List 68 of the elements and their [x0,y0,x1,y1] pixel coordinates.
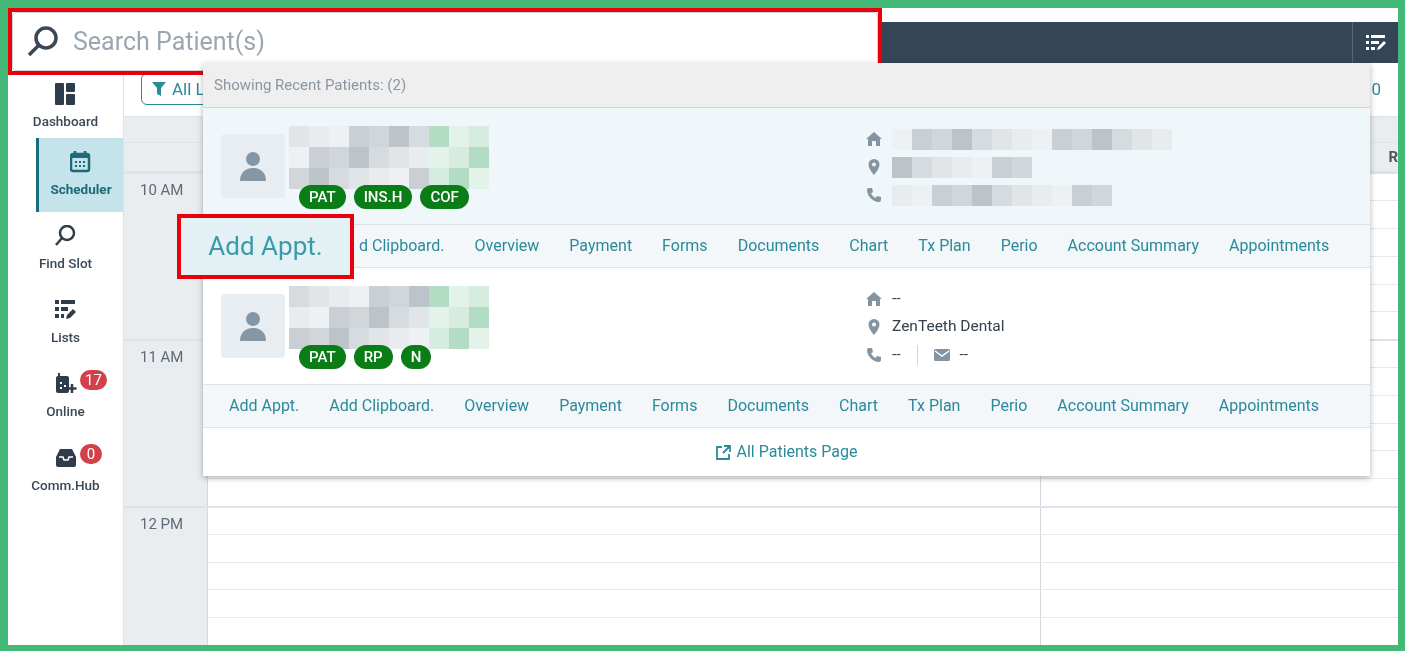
sidebar-item[interactable]: Online 17 [8,360,123,434]
search-icon [26,24,60,58]
contact-text: -- [959,344,969,366]
calendar-plus-icon [54,372,77,395]
action-link[interactable]: Documents [737,234,820,258]
tag: RP [353,345,393,369]
avatar [221,294,285,358]
contact-text: -- [892,288,901,310]
phone-icon [866,187,882,203]
lists-icon [1365,34,1386,51]
action-link[interactable]: d Clipboard. [359,234,445,258]
sidebar-item[interactable]: Scheduler [36,138,123,212]
contact-text: -- [892,344,901,366]
toolbar-text: 0 [1371,77,1381,101]
filter-icon [152,82,166,97]
avatar [221,134,285,198]
tag: COF [420,185,469,209]
dashboard-icon [54,83,77,106]
action-link[interactable]: Forms [651,394,698,418]
column-header: R [1388,147,1398,169]
action-link[interactable]: Forms [662,234,708,258]
all-patients-link[interactable]: All Patients Page [715,440,858,464]
tag: PAT [299,185,346,209]
action-link[interactable]: Perio [990,394,1028,418]
count-badge: 17 [80,370,107,390]
patient-card[interactable]: PAT RP N -- ZenTeeth Dental -- -- [203,268,1370,384]
action-link[interactable]: Tx Plan [908,394,961,418]
external-link-icon [715,444,731,460]
sidebar-item[interactable]: Find Slot [8,212,123,286]
inbox-icon [54,446,77,469]
action-link[interactable]: Overview [464,394,530,418]
home-icon [866,291,882,307]
time-label: 10 AM [140,181,184,200]
time-label: 12 PM [140,515,184,533]
sidebar-item[interactable]: Comm.Hub 0 [8,434,123,508]
action-link[interactable]: Documents [727,394,810,418]
time-label: 11 AM [140,348,184,367]
sidebar-item[interactable]: Lists [8,286,123,360]
home-icon [866,131,882,147]
search-icon [54,224,77,247]
add-appointment-callout[interactable]: Add Appt. [177,214,354,279]
action-link[interactable]: Payment [559,394,622,418]
action-link[interactable]: Appointments [1228,234,1330,258]
action-link[interactable]: Account Summary [1067,234,1199,258]
action-link[interactable]: Account Summary [1057,394,1189,418]
action-link[interactable]: Add Appt. [229,394,300,418]
action-link[interactable]: Tx Plan [918,234,971,258]
tag: PAT [299,345,346,369]
tag: INS.H [353,185,413,209]
lists-icon [54,298,77,321]
action-link[interactable]: Add Clipboard. [329,394,435,418]
sidebar-item[interactable]: Dashboard [8,75,123,138]
action-link[interactable]: Chart [849,234,889,258]
email-icon [933,347,950,363]
count-badge: 0 [80,444,102,464]
location-pin-icon [866,159,882,175]
dropdown-heading: Showing Recent Patients: (2) [214,74,407,96]
contact-text: ZenTeeth Dental [892,316,1005,338]
action-link[interactable]: Payment [569,234,633,258]
action-link[interactable]: Chart [839,394,879,418]
location-pin-icon [866,319,882,335]
tag: N [400,345,432,369]
patient-card[interactable]: PAT INS.H COF [203,108,1370,224]
calendar-icon [70,150,92,173]
action-link[interactable]: Appointments [1218,394,1320,418]
phone-icon [866,347,882,363]
action-link[interactable]: Perio [1000,234,1038,258]
action-link[interactable]: Overview [474,234,540,258]
